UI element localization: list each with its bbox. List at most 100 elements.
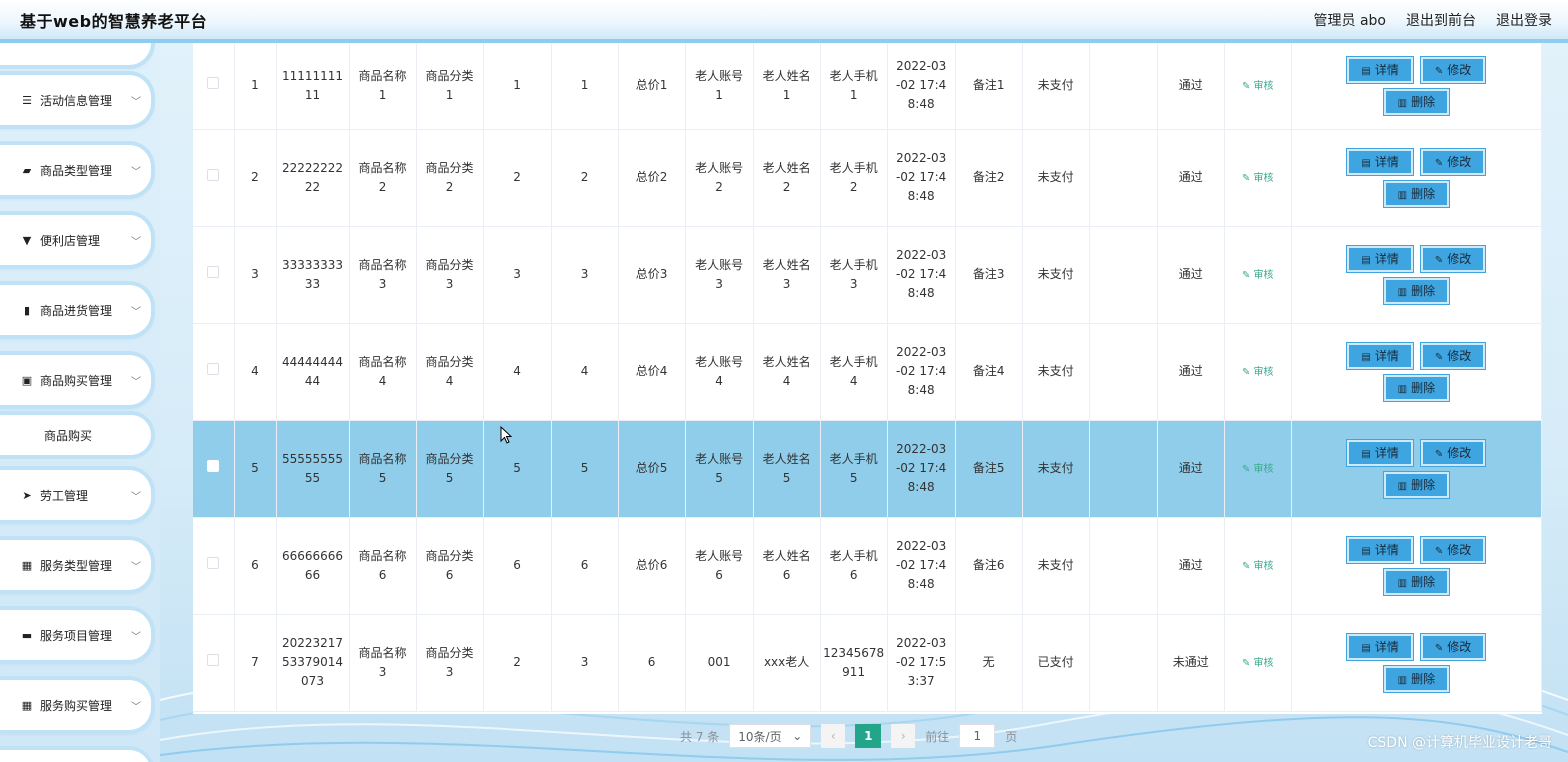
- edit-button[interactable]: ✎ 修改: [1420, 536, 1486, 563]
- table-row[interactable]: 7 20223217 53379014 073 商品名称 3 商品分类 3 2 3 6 001 xxx老…: [193, 614, 1542, 712]
- detail-button[interactable]: ▤ 详情: [1347, 56, 1413, 83]
- table-row[interactable]: 3 33333333 33 商品名称 3 商品分类 3 3 3 总价3 老人账号 3 老人姓名 3 老人手机…: [193, 226, 1542, 324]
- edit-button[interactable]: ✎ 修改: [1420, 56, 1486, 83]
- sidebar-subitem-purchase[interactable]: 商品购买: [0, 415, 151, 455]
- cell-line: 商品名称: [358, 548, 407, 563]
- remark-cell: 备注5: [955, 420, 1023, 518]
- select-cell: [193, 226, 235, 324]
- goods-name-cell: 商品名称 4: [349, 323, 417, 421]
- edit-button[interactable]: ✎ 修改: [1420, 245, 1486, 272]
- row-checkbox[interactable]: [207, 266, 220, 278]
- edit-button[interactable]: ✎ 修改: [1420, 439, 1486, 466]
- index-cell: 3: [234, 226, 277, 324]
- row-checkbox[interactable]: [207, 557, 220, 569]
- detail-button[interactable]: ▤ 详情: [1347, 633, 1413, 660]
- order-no-cell: 20223217 53379014 073: [276, 614, 350, 712]
- cell-line: 001: [707, 655, 731, 669]
- sidebar-item-service-project[interactable]: ▬ 服务项目管理 ﹀: [0, 610, 151, 660]
- sidebar-item-labor[interactable]: ➤ 劳工管理 ﹀: [0, 470, 151, 520]
- top-header: 基于web的智慧养老平台 管理员 abo 退出到前台 退出登录: [0, 0, 1568, 43]
- table-row[interactable]: 5 55555555 55 商品名称 5 商品分类 5 5 5 总价5 老人账号 5 老人姓名 5 老人手机…: [193, 420, 1542, 518]
- detail-button[interactable]: ▤ 详情: [1347, 439, 1413, 466]
- total-price-cell: 6: [618, 614, 686, 712]
- row-checkbox[interactable]: [207, 460, 220, 472]
- table-row[interactable]: 1 11111111 11 商品名称 1 商品分类 1 1 1 总价1 老人账号 1 老人姓名 1 老人手机…: [193, 43, 1542, 130]
- sidebar-item-goods-type[interactable]: ▰ 商品类型管理 ﹀: [0, 145, 151, 195]
- cell-line: 22222222: [281, 160, 344, 175]
- sidebar-item-partial[interactable]: [0, 43, 151, 65]
- audit-status-cell: 通过: [1157, 420, 1225, 518]
- delete-button[interactable]: ▥ 删除: [1383, 374, 1450, 401]
- audit-link[interactable]: ✎ 审核: [1242, 464, 1274, 475]
- edit-button[interactable]: ✎ 修改: [1420, 148, 1486, 175]
- pay-status-cell: 未支付: [1022, 43, 1090, 130]
- cell-line: 3: [445, 276, 454, 291]
- delete-button[interactable]: ▥ 删除: [1383, 568, 1450, 595]
- sidebar-item-label: 服务购买管理: [40, 698, 113, 713]
- delete-button[interactable]: ▥ 删除: [1383, 180, 1450, 207]
- cell-line: 11: [304, 87, 321, 102]
- value-cell: 2: [483, 129, 552, 227]
- cell-line: 4: [849, 373, 858, 388]
- cell-line: 2022-03: [896, 345, 947, 359]
- cell-line: 老人账号: [695, 354, 744, 369]
- sidebar-item-purchase[interactable]: ▣ 商品购买管理 ﹀: [0, 355, 151, 405]
- delete-button[interactable]: ▥ 删除: [1383, 471, 1450, 498]
- edit-button[interactable]: ✎ 修改: [1420, 342, 1486, 369]
- next-page-button[interactable]: ›: [891, 724, 916, 748]
- row-checkbox[interactable]: [207, 77, 220, 90]
- cell-line: 2: [445, 179, 454, 194]
- audit-link[interactable]: ✎ 审核: [1242, 81, 1274, 92]
- cell-line: 5: [378, 470, 387, 485]
- goto-page-input[interactable]: 1: [959, 724, 996, 748]
- cell-line: 8:48: [907, 577, 935, 591]
- page-size-select[interactable]: 10条/页 ⌄: [729, 724, 812, 748]
- edit-button[interactable]: ✎ 修改: [1420, 633, 1486, 660]
- audit-link[interactable]: ✎ 审核: [1242, 561, 1274, 572]
- exit-to-front-link[interactable]: 退出到前台: [1406, 10, 1476, 30]
- sidebar-item-stock[interactable]: ▮ 商品进货管理 ﹀: [0, 285, 151, 335]
- time-cell: 2022-03 -02 17:5 3:37: [887, 614, 956, 712]
- sidebar-item-store[interactable]: ▼ 便利店管理 ﹀: [0, 215, 151, 265]
- sidebar-item-service-type[interactable]: ▦ 服务类型管理 ﹀: [0, 540, 151, 590]
- elder-name-cell: 老人姓名 1: [753, 43, 821, 130]
- delete-button[interactable]: ▥ 删除: [1383, 88, 1450, 115]
- cell-line: 4: [715, 373, 723, 388]
- row-checkbox[interactable]: [207, 169, 220, 181]
- page-number-current[interactable]: 1: [855, 724, 882, 748]
- select-cell: [193, 43, 235, 130]
- audit-link[interactable]: ✎ 审核: [1242, 270, 1274, 281]
- detail-label: 详情: [1374, 445, 1399, 460]
- delete-button[interactable]: ▥ 删除: [1383, 665, 1450, 692]
- sidebar-item-service-purchase[interactable]: ▦ 服务购买管理 ﹀: [0, 680, 151, 730]
- detail-button[interactable]: ▤ 详情: [1347, 148, 1413, 175]
- prev-page-button[interactable]: ‹: [821, 724, 846, 748]
- detail-button[interactable]: ▤ 详情: [1347, 342, 1413, 369]
- goods-name-cell: 商品名称 1: [349, 43, 417, 130]
- delete-button[interactable]: ▥ 删除: [1383, 277, 1450, 304]
- audit-link[interactable]: ✎ 审核: [1242, 658, 1274, 669]
- cell-line: -02 17:4: [895, 78, 947, 93]
- document-icon: ▤: [1361, 254, 1371, 266]
- sidebar-item-label: 服务类型管理: [40, 558, 113, 573]
- row-checkbox[interactable]: [207, 363, 220, 375]
- row-checkbox[interactable]: [207, 654, 220, 666]
- chevron-down-icon: ﹀: [131, 631, 141, 643]
- audit-link[interactable]: ✎ 审核: [1242, 173, 1274, 184]
- table-row[interactable]: 2 22222222 22 商品名称 2 商品分类 2 2 2 总价2 老人账号 2 老人姓名 2 老人手机…: [193, 129, 1542, 227]
- detail-button[interactable]: ▤ 详情: [1347, 536, 1413, 563]
- detail-button[interactable]: ▤ 详情: [1347, 245, 1413, 272]
- goods-name-cell: 商品名称 5: [349, 420, 417, 518]
- sidebar-item-activity[interactable]: ☰ 活动信息管理 ﹀: [0, 75, 151, 125]
- sidebar-item-label: 服务项目管理: [40, 628, 113, 643]
- trash-icon: ▥: [1397, 286, 1408, 298]
- logout-link[interactable]: 退出登录: [1496, 10, 1552, 30]
- table-row[interactable]: 4 44444444 44 商品名称 4 商品分类 4 4 4 总价4 老人账号 4 老人姓名 4 老人手机…: [193, 323, 1542, 421]
- table-row[interactable]: 6 66666666 66 商品名称 6 商品分类 6 6 6 总价6 老人账号 6 老人姓名 6 老人手机…: [193, 517, 1542, 615]
- goods-category-cell: 商品分类 5: [416, 420, 484, 518]
- delete-label: 删除: [1411, 671, 1436, 686]
- audit-link[interactable]: ✎ 审核: [1242, 367, 1274, 378]
- select-cell: [193, 517, 235, 615]
- sidebar-item-partial-bottom[interactable]: [0, 750, 151, 762]
- cell-line: 商品分类: [425, 645, 474, 660]
